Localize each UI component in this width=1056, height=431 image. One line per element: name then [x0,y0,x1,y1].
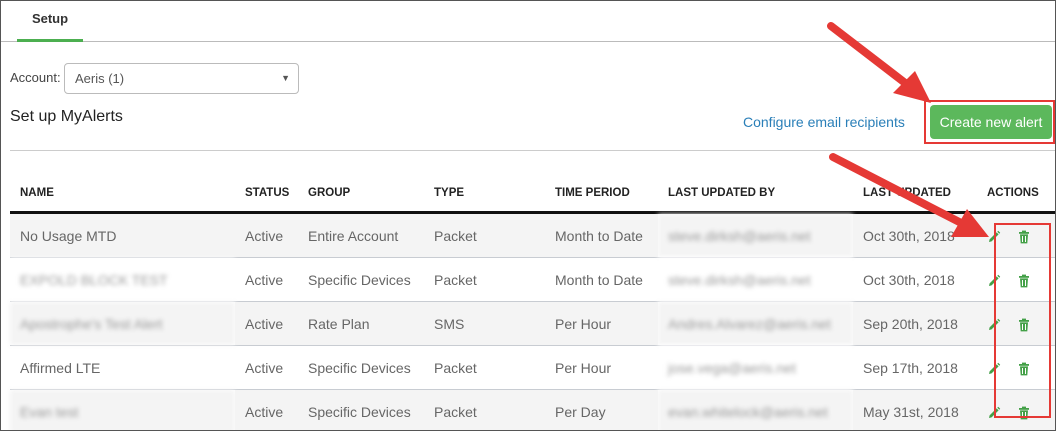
alert-last-updated-by: Andres.Alvarez@aeris.net [658,301,853,346]
table-row: No Usage MTD Active Entire Account Packe… [10,212,1055,258]
alert-last-updated: Sep 17th, 2018 [853,345,977,390]
alert-group: Entire Account [298,212,424,258]
table-row: EXPOLD BLOCK TEST Active Specific Device… [10,257,1055,302]
alert-last-updated: Oct 30th, 2018 [853,257,977,302]
alert-group: Specific Devices [298,389,424,430]
col-header-name[interactable]: NAME [10,175,235,214]
alert-group: Specific Devices [298,257,424,302]
alert-last-updated: Sep 20th, 2018 [853,301,977,346]
tab-bar: Setup [1,1,1055,42]
section-divider [10,150,1055,151]
create-new-alert-button[interactable]: Create new alert [930,105,1052,139]
col-header-group[interactable]: GROUP [298,175,424,214]
alert-last-updated: Oct 30th, 2018 [853,212,977,258]
alert-time-period: Per Hour [545,301,658,346]
alert-time-period: Month to Date [545,257,658,302]
alert-status: Active [235,345,298,390]
alert-last-updated-by: jose.vega@aeris.net [658,345,853,390]
alert-name: EXPOLD BLOCK TEST [10,257,235,302]
alert-status: Active [235,212,298,258]
alert-type: Packet [424,389,545,430]
alert-type: Packet [424,212,545,258]
account-label: Account: [10,70,61,85]
col-header-last-updated[interactable]: LAST UPDATED [853,175,977,214]
alert-last-updated: May 31st, 2018 [853,389,977,430]
alert-last-updated-by: steve.dirksh@aeris.net [658,257,853,302]
col-header-last-updated-by[interactable]: LAST UPDATED BY [658,175,853,214]
alert-time-period: Per Hour [545,345,658,390]
alert-type: Packet [424,257,545,302]
alert-status: Active [235,389,298,430]
table-header-row: NAME STATUS GROUP TYPE TIME PERIOD LAST … [10,175,1055,214]
col-header-type[interactable]: TYPE [424,175,545,214]
account-selected-value: Aeris (1) [75,71,125,86]
table-row: Evan test Active Specific Devices Packet… [10,389,1055,430]
caret-down-icon: ▼ [281,73,290,83]
alert-last-updated-by: steve.dirksh@aeris.net [658,212,853,258]
alert-type: Packet [424,345,545,390]
col-header-time-period[interactable]: TIME PERIOD [545,175,658,214]
alert-name: Affirmed LTE [10,345,235,390]
col-header-status[interactable]: STATUS [235,175,298,214]
alert-time-period: Per Day [545,389,658,430]
col-header-actions: ACTIONS [977,175,1055,214]
alert-name: Apostrophe's Test Alert [10,301,235,346]
myalerts-setup-page: Setup Account: Aeris (1) ▼ Set up MyAler… [0,0,1056,431]
alert-last-updated-by: evan.whitelock@aeris.net [658,389,853,430]
alert-group: Rate Plan [298,301,424,346]
actions-highlight [994,223,1051,418]
alert-status: Active [235,257,298,302]
table-row: Affirmed LTE Active Specific Devices Pac… [10,345,1055,390]
configure-email-recipients-link[interactable]: Configure email recipients [743,114,905,130]
tab-setup[interactable]: Setup [17,1,83,42]
alert-name: No Usage MTD [10,212,235,258]
page-title: Set up MyAlerts [10,108,123,125]
table-row: Apostrophe's Test Alert Active Rate Plan… [10,301,1055,346]
alert-type: SMS [424,301,545,346]
alert-group: Specific Devices [298,345,424,390]
account-select[interactable]: Aeris (1) ▼ [64,63,299,94]
alert-name: Evan test [10,389,235,430]
alerts-table: NAME STATUS GROUP TYPE TIME PERIOD LAST … [10,175,1055,430]
alert-status: Active [235,301,298,346]
alert-time-period: Month to Date [545,212,658,258]
